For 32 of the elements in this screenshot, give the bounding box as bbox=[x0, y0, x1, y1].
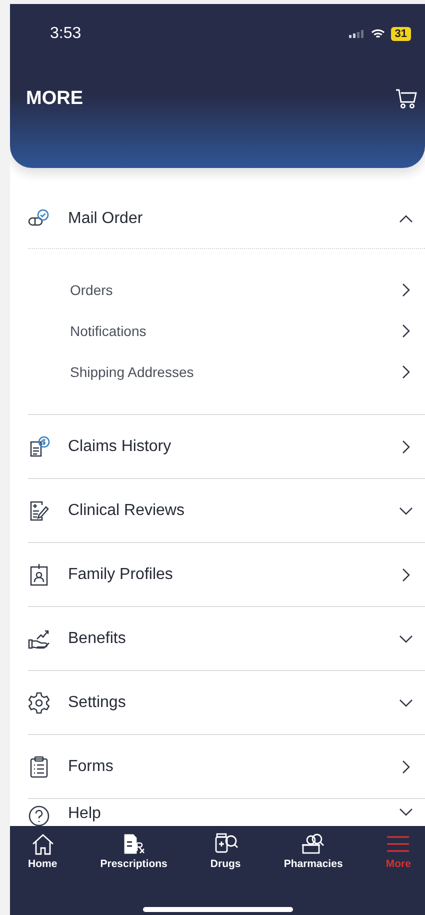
wifi-icon bbox=[370, 29, 385, 39]
pharmacy-search-icon bbox=[301, 833, 326, 855]
home-icon bbox=[30, 833, 55, 855]
id-badge-icon bbox=[28, 564, 50, 586]
menu-item[interactable]: Benefits bbox=[28, 607, 425, 670]
menu-item[interactable]: Clinical Reviews bbox=[28, 479, 425, 542]
hand-arrow-icon bbox=[28, 628, 50, 650]
battery-level: 31 bbox=[390, 27, 411, 41]
menu-item[interactable]: Forms bbox=[28, 735, 425, 798]
submenu-item[interactable]: Orders bbox=[70, 269, 413, 310]
document-dollar-icon bbox=[28, 436, 50, 458]
settings-icon bbox=[28, 692, 50, 714]
submenu-item[interactable]: Shipping Addresses bbox=[70, 351, 413, 392]
status-time: 3:53 bbox=[50, 25, 82, 43]
tab-bar-item[interactable]: Home bbox=[28, 833, 58, 870]
menu-item[interactable]: Family Profiles bbox=[28, 543, 425, 606]
menu-item[interactable]: Mail Order bbox=[28, 204, 425, 248]
menu-item[interactable]: Claims History bbox=[28, 415, 425, 478]
menu-item[interactable]: Help bbox=[28, 799, 425, 826]
clipboard-icon bbox=[28, 756, 50, 778]
cart-icon[interactable] bbox=[395, 88, 417, 110]
tab-bar-item[interactable]: Prescriptions bbox=[100, 833, 168, 870]
tab-bar-item[interactable]: Drugs bbox=[210, 833, 241, 870]
page-title: MORE bbox=[26, 88, 83, 110]
pill-bottle-search-icon bbox=[214, 833, 238, 855]
signal-icon bbox=[348, 30, 365, 38]
document-pen-icon bbox=[28, 500, 50, 522]
help-icon bbox=[28, 805, 50, 826]
tab-bar-item[interactable]: Pharmacies bbox=[284, 833, 343, 870]
menu-item[interactable]: Settings bbox=[28, 671, 425, 734]
prescription-icon bbox=[122, 833, 146, 855]
submenu-item[interactable]: Notifications bbox=[70, 310, 413, 351]
